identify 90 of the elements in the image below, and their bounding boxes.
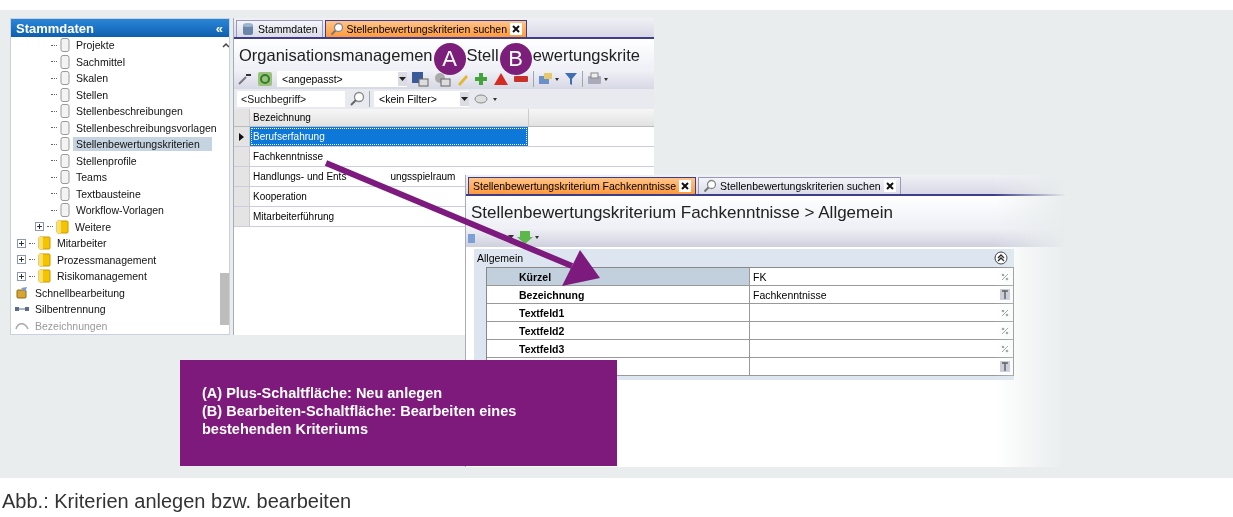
search-icon[interactable] xyxy=(349,91,365,107)
scroll-up-icon[interactable] xyxy=(221,41,229,49)
search-field[interactable]: <Suchbegriff> xyxy=(237,91,345,107)
expand-icon[interactable] xyxy=(17,255,26,265)
folder-icon xyxy=(56,219,69,234)
scrollbar-thumb[interactable] xyxy=(219,273,229,325)
percent-icon[interactable] xyxy=(1000,343,1010,354)
expand-icon[interactable] xyxy=(17,238,26,248)
refresh-icon[interactable] xyxy=(257,71,273,87)
caret-icon[interactable] xyxy=(508,235,514,239)
window-title: Stell xyxy=(466,45,499,65)
tree-item[interactable]: Silbentrennung xyxy=(32,302,109,317)
page-icon xyxy=(60,137,70,152)
page-icon xyxy=(60,170,70,185)
field-label[interactable]: Textfeld1 xyxy=(487,304,750,321)
window-title: ewertungskrite xyxy=(532,45,640,65)
tree-item[interactable]: Schnellbearbeitung xyxy=(32,285,128,300)
tree-item[interactable]: Skalen xyxy=(73,71,112,86)
callout-marker: A xyxy=(433,43,466,75)
window-title: Organisationsmanagemen xyxy=(239,45,433,65)
collapse-icon[interactable] xyxy=(994,251,1008,265)
tree-item[interactable]: Stellen xyxy=(73,87,112,102)
dropdown-icon[interactable] xyxy=(460,92,469,106)
filter-dropdown[interactable]: <kein Filter> xyxy=(374,91,469,107)
tree-item[interactable]: Weitere xyxy=(72,219,114,234)
export-icon[interactable] xyxy=(538,72,560,86)
callout-text: (B) Bearbeiten-Schaltfläche: Bearbeiten eines bestehenden Kriteriums xyxy=(202,402,518,438)
folder-icon xyxy=(38,269,51,284)
expand-icon[interactable] xyxy=(17,271,26,281)
page-icon xyxy=(60,104,70,119)
tab[interactable]: Stellenbewertungskriterium Fachkenntnisse xyxy=(468,177,697,194)
dropdown-icon[interactable] xyxy=(398,72,407,86)
tree-item[interactable]: Workflow-Vorlagen xyxy=(73,203,167,218)
percent-icon[interactable] xyxy=(1000,325,1010,336)
close-icon[interactable] xyxy=(679,180,692,192)
tree-item[interactable]: Stellenbeschreibungsvorlagen xyxy=(73,120,220,135)
row-pointer-icon xyxy=(239,132,244,141)
tree-item[interactable]: Risikomanagement xyxy=(54,269,150,284)
expand-icon[interactable] xyxy=(35,222,44,232)
filter-icon[interactable] xyxy=(564,72,578,86)
callout-marker: B xyxy=(499,43,532,75)
search-icon xyxy=(329,22,344,36)
tree-item[interactable]: Prozessmanagement xyxy=(54,252,160,267)
close-icon[interactable] xyxy=(510,23,523,35)
tree-item[interactable]: Stellenbeschreibungen xyxy=(73,104,186,119)
tree-item[interactable]: Stellenbewertungskriterien xyxy=(73,137,212,152)
percent-icon[interactable] xyxy=(1000,271,1010,282)
tree-item[interactable]: Mitarbeiter xyxy=(54,236,110,251)
tree-item[interactable]: Textbausteine xyxy=(73,186,144,201)
value-field[interactable]: Fachkenntnisse xyxy=(750,286,1013,303)
download-icon[interactable] xyxy=(517,229,541,245)
sidebar-title: Stammdaten xyxy=(16,20,95,36)
triangle-icon[interactable] xyxy=(493,72,509,86)
text-icon[interactable] xyxy=(1000,289,1010,300)
folder-icon xyxy=(38,252,51,267)
page-icon xyxy=(60,38,70,53)
callout-text: (A) Plus-Schaltfläche: Neu anlegen xyxy=(202,384,444,402)
save-icon[interactable] xyxy=(411,71,429,87)
folder-icon xyxy=(38,236,51,251)
database-icon xyxy=(241,22,255,36)
percent-icon[interactable] xyxy=(1000,307,1010,318)
page-icon xyxy=(60,120,70,135)
page-icon xyxy=(60,54,70,69)
collapse-button[interactable]: « xyxy=(215,20,223,36)
row-header[interactable] xyxy=(234,127,250,146)
tab[interactable]: Stellenbewertungskriterien suchen xyxy=(698,177,901,194)
field-label[interactable]: Kürzel xyxy=(487,268,750,285)
page-icon xyxy=(60,186,70,201)
group-title: Allgemein xyxy=(477,252,524,264)
page-icon xyxy=(60,71,70,86)
text-icon[interactable] xyxy=(1000,361,1010,372)
page-icon xyxy=(60,87,70,102)
view-dropdown[interactable]: <angepasst> xyxy=(277,71,407,87)
hyphen-icon xyxy=(15,305,29,314)
value-field[interactable]: FK xyxy=(750,268,1013,285)
tree-item[interactable]: Projekte xyxy=(73,38,118,53)
search-icon xyxy=(703,179,718,193)
tab[interactable]: Stellenbewertungskriterien suchen xyxy=(324,20,528,37)
field-label[interactable]: Textfeld3 xyxy=(487,340,750,357)
field-label[interactable]: Textfeld2 xyxy=(487,322,750,339)
figure-caption: Abb.: Kriterien anlegen bzw. bearbeiten xyxy=(1,489,353,513)
page-icon xyxy=(60,203,70,218)
tree-item[interactable]: Sachmittel xyxy=(73,54,129,69)
tree-item[interactable]: Teams xyxy=(73,170,110,185)
tab[interactable]: Stammdaten xyxy=(236,20,323,37)
table-cell[interactable]: Berufserfahrung xyxy=(250,127,528,146)
page-icon xyxy=(60,153,70,168)
tree-item[interactable]: Stellenprofile xyxy=(73,153,140,168)
print-icon[interactable] xyxy=(587,72,609,86)
close-icon[interactable] xyxy=(883,180,896,192)
